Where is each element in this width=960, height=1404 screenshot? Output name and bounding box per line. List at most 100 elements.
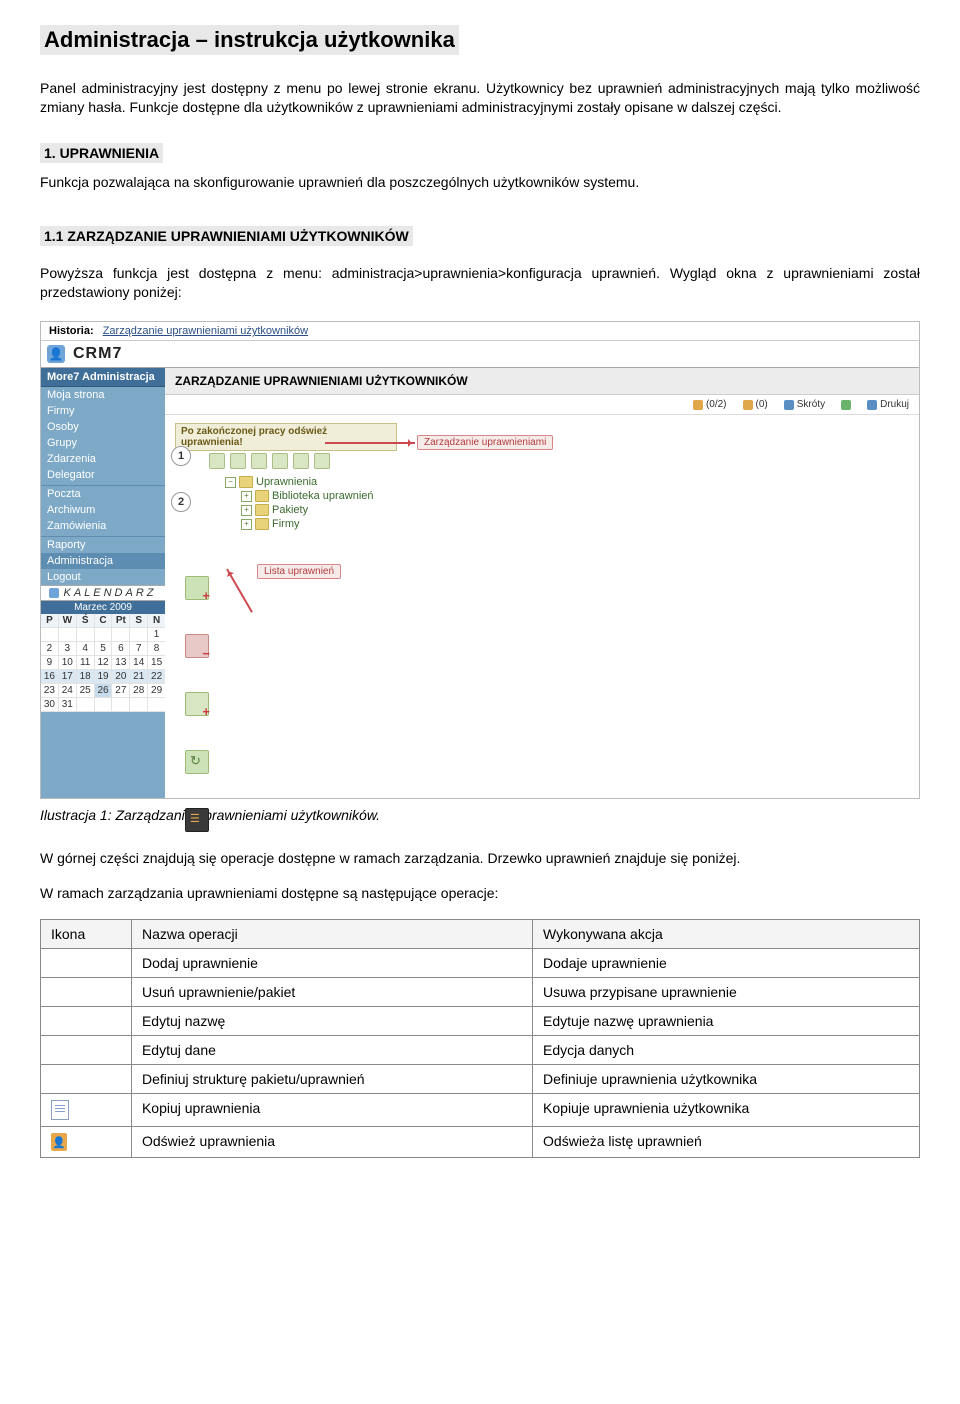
sidebar-item-osoby[interactable]: Osoby: [41, 419, 165, 435]
calendar-day[interactable]: 27: [112, 684, 130, 698]
table-header: Ikona: [41, 920, 132, 949]
calendar-day[interactable]: 25: [77, 684, 95, 698]
toolbar-count1[interactable]: (0/2): [693, 399, 727, 410]
calendar-prev-icon[interactable]: [49, 588, 59, 598]
printer-icon: [867, 400, 877, 410]
annotation-arrow: [226, 569, 253, 613]
calendar-day[interactable]: [95, 698, 113, 712]
sidebar-item-moja-strona[interactable]: Moja strona: [41, 387, 165, 403]
list-dark-icon: [185, 808, 209, 832]
sidebar-item-poczta[interactable]: Poczta: [41, 486, 165, 502]
calendar-day[interactable]: 6: [112, 642, 130, 656]
calendar-day[interactable]: 8: [148, 642, 165, 656]
calendar-day[interactable]: 20: [112, 670, 130, 684]
toolbar-shortcut-star[interactable]: [841, 399, 851, 410]
calendar-day[interactable]: 28: [130, 684, 148, 698]
tree-item[interactable]: + Biblioteka uprawnień: [241, 489, 919, 503]
calendar-day[interactable]: 7: [130, 642, 148, 656]
tree-item[interactable]: + Pakiety: [241, 503, 919, 517]
notice-bar: Po zakończonej pracy odśwież uprawnienia…: [175, 423, 397, 451]
sidebar-item-raporty[interactable]: Raporty: [41, 537, 165, 553]
folder-icon: [255, 504, 269, 516]
calendar-day[interactable]: 26: [95, 684, 113, 698]
calendar-day[interactable]: [95, 628, 113, 642]
tree-root[interactable]: − Uprawnienia: [225, 475, 919, 489]
icon-cell: [41, 978, 132, 1007]
sidebar-item-archiwum[interactable]: Archiwum: [41, 502, 165, 518]
annotation-label-1: Zarządzanie uprawnieniami: [417, 435, 553, 450]
calendar-day[interactable]: [130, 698, 148, 712]
sidebar-item-delegator[interactable]: Delegator: [41, 467, 165, 483]
calendar-day[interactable]: 5: [95, 642, 113, 656]
person-icon: [743, 400, 753, 410]
tree-collapse-icon[interactable]: −: [225, 477, 236, 488]
section-11-title: 1.1 ZARZĄDZANIE UPRAWNIENIAMI UŻYTKOWNIK…: [40, 226, 413, 246]
toolbar-skroty[interactable]: Skróty: [784, 399, 825, 410]
act-cell: Dodaje uprawnienie: [533, 949, 920, 978]
calendar-day[interactable]: 24: [59, 684, 77, 698]
star-icon: [841, 400, 851, 410]
calendar-day[interactable]: 4: [77, 642, 95, 656]
calendar-day[interactable]: [112, 698, 130, 712]
calendar-day[interactable]: 31: [59, 698, 77, 712]
table-header: Nazwa operacji: [131, 920, 532, 949]
calendar-title: KALENDARZ: [63, 587, 156, 599]
calendar-day[interactable]: 16: [41, 670, 59, 684]
sidebar-item-zamowienia[interactable]: Zamówienia: [41, 518, 165, 534]
calendar-day[interactable]: 30: [41, 698, 59, 712]
sidebar-item-logout[interactable]: Logout: [41, 569, 165, 585]
icon-cell: [41, 1127, 132, 1158]
calendar-day[interactable]: 14: [130, 656, 148, 670]
calendar-day[interactable]: 17: [59, 670, 77, 684]
calendar-day[interactable]: 12: [95, 656, 113, 670]
calendar-day[interactable]: [130, 628, 148, 642]
toolbar-drukuj[interactable]: Drukuj: [867, 399, 909, 410]
op-cell: Usuń uprawnienie/pakiet: [131, 978, 532, 1007]
sidebar-item-administracja[interactable]: Administracja: [41, 553, 165, 569]
op-cell: Edytuj nazwę: [131, 1007, 532, 1036]
calendar-day[interactable]: 10: [59, 656, 77, 670]
tool-delete-icon[interactable]: [230, 453, 246, 469]
tool-edit-data-icon[interactable]: [272, 453, 288, 469]
tree-expand-icon[interactable]: +: [241, 505, 252, 516]
brand-icon: [47, 345, 65, 363]
calendar-day[interactable]: [148, 698, 165, 712]
history-value[interactable]: Zarządzanie uprawnieniami użytkowników: [103, 325, 308, 337]
calendar-day[interactable]: 22: [148, 670, 165, 684]
calendar-day[interactable]: 1: [148, 628, 165, 642]
calendar-day[interactable]: 18: [77, 670, 95, 684]
calendar-day[interactable]: [77, 628, 95, 642]
calendar-day[interactable]: 2: [41, 642, 59, 656]
tree-expand-icon[interactable]: +: [241, 491, 252, 502]
tool-copy-icon[interactable]: [293, 453, 309, 469]
sidebar-item-grupy[interactable]: Grupy: [41, 435, 165, 451]
calendar-day[interactable]: 21: [130, 670, 148, 684]
calendar-day[interactable]: 3: [59, 642, 77, 656]
tree-root-label: Uprawnienia: [256, 476, 317, 488]
calendar-day[interactable]: 29: [148, 684, 165, 698]
tree-expand-icon[interactable]: +: [241, 519, 252, 530]
calendar-day[interactable]: 13: [112, 656, 130, 670]
calendar-dow: Pt: [112, 614, 130, 628]
op-cell: Definiuj strukturę pakietu/uprawnień: [131, 1065, 532, 1094]
toolbar-count2[interactable]: (0): [743, 399, 768, 410]
calendar-day[interactable]: 23: [41, 684, 59, 698]
calendar-day[interactable]: [77, 698, 95, 712]
tool-add-icon[interactable]: [209, 453, 225, 469]
calendar-day[interactable]: 11: [77, 656, 95, 670]
calendar-day[interactable]: 9: [41, 656, 59, 670]
tool-edit-name-icon[interactable]: [251, 453, 267, 469]
sidebar-item-zdarzenia[interactable]: Zdarzenia: [41, 451, 165, 467]
calendar-day[interactable]: 19: [95, 670, 113, 684]
sidebar-item-firmy[interactable]: Firmy: [41, 403, 165, 419]
calendar-day[interactable]: [112, 628, 130, 642]
tree-item[interactable]: + Firmy: [241, 517, 919, 531]
calendar-month: Marzec 2009: [41, 601, 165, 614]
table-row: Kopiuj uprawnienia Kopiuje uprawnienia u…: [41, 1094, 920, 1127]
calendar-day[interactable]: [41, 628, 59, 642]
tool-refresh-icon[interactable]: [314, 453, 330, 469]
calendar-day[interactable]: 15: [148, 656, 165, 670]
table-row: Edytuj nazwę Edytuje nazwę uprawnienia: [41, 1007, 920, 1036]
calendar-day[interactable]: [59, 628, 77, 642]
folder-icon: [255, 518, 269, 530]
